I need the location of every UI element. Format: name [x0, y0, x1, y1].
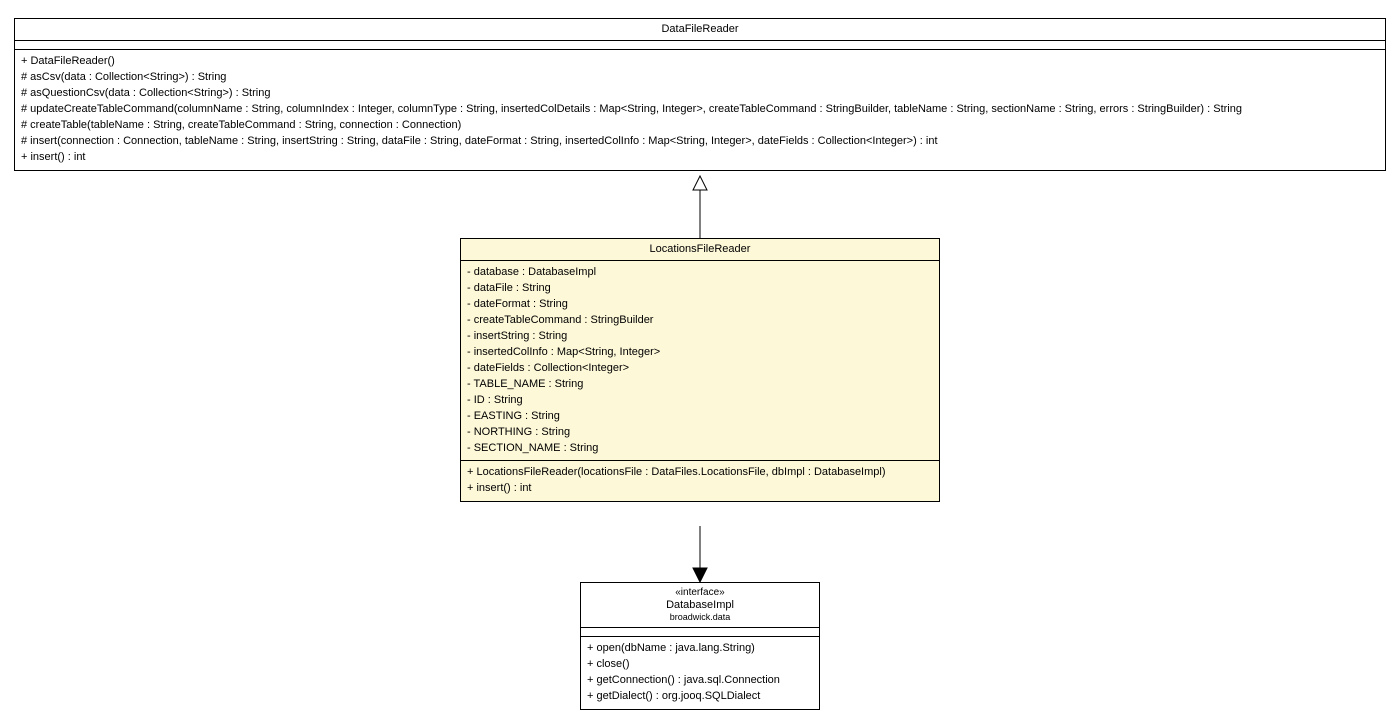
class-data-file-reader[interactable]: DataFileReader + DataFileReader() # asCs…: [14, 18, 1386, 171]
attribute: - dateFields : Collection<Integer>: [467, 361, 933, 377]
attribute: - NORTHING : String: [467, 425, 933, 441]
operation: # insert(connection : Connection, tableN…: [21, 134, 1379, 150]
generalization-connector: [693, 176, 707, 238]
class-stereotype: «interface»: [587, 587, 813, 599]
operation: + open(dbName : java.lang.String): [587, 641, 813, 657]
operation: + LocationsFileReader(locationsFile : Da…: [467, 465, 933, 481]
class-database-impl[interactable]: «interface» DatabaseImpl broadwick.data …: [580, 582, 820, 710]
class-title: DataFileReader: [15, 19, 1385, 41]
class-name: DatabaseImpl: [587, 599, 813, 612]
operation: + close(): [587, 657, 813, 673]
operation: # asCsv(data : Collection<String>) : Str…: [21, 70, 1379, 86]
association-connector: [693, 526, 707, 582]
class-title: «interface» DatabaseImpl broadwick.data: [581, 583, 819, 628]
class-package: broadwick.data: [587, 612, 813, 623]
class-locations-file-reader[interactable]: LocationsFileReader - database : Databas…: [460, 238, 940, 502]
operation: # updateCreateTableCommand(columnName : …: [21, 102, 1379, 118]
class-name: LocationsFileReader: [467, 243, 933, 256]
operations-section: + DataFileReader() # asCsv(data : Collec…: [15, 50, 1385, 170]
class-name: DataFileReader: [21, 23, 1379, 36]
operation: # createTable(tableName : String, create…: [21, 118, 1379, 134]
attribute: - insertedColInfo : Map<String, Integer>: [467, 345, 933, 361]
operation: + getDialect() : org.jooq.SQLDialect: [587, 689, 813, 705]
attribute: - TABLE_NAME : String: [467, 377, 933, 393]
attribute: - insertString : String: [467, 329, 933, 345]
attribute: - SECTION_NAME : String: [467, 441, 933, 457]
attribute: - database : DatabaseImpl: [467, 265, 933, 281]
operation: + insert() : int: [467, 481, 933, 497]
operation: # asQuestionCsv(data : Collection<String…: [21, 86, 1379, 102]
attributes-section: [581, 628, 819, 637]
attributes-section: - database : DatabaseImpl - dataFile : S…: [461, 261, 939, 461]
attribute: - dateFormat : String: [467, 297, 933, 313]
attributes-section: [15, 41, 1385, 50]
attribute: - ID : String: [467, 393, 933, 409]
attribute: - EASTING : String: [467, 409, 933, 425]
attribute: - createTableCommand : StringBuilder: [467, 313, 933, 329]
operations-section: + open(dbName : java.lang.String) + clos…: [581, 637, 819, 709]
operations-section: + LocationsFileReader(locationsFile : Da…: [461, 461, 939, 501]
operation: + getConnection() : java.sql.Connection: [587, 673, 813, 689]
operation: + DataFileReader(): [21, 54, 1379, 70]
class-title: LocationsFileReader: [461, 239, 939, 261]
attribute: - dataFile : String: [467, 281, 933, 297]
operation: + insert() : int: [21, 150, 1379, 166]
